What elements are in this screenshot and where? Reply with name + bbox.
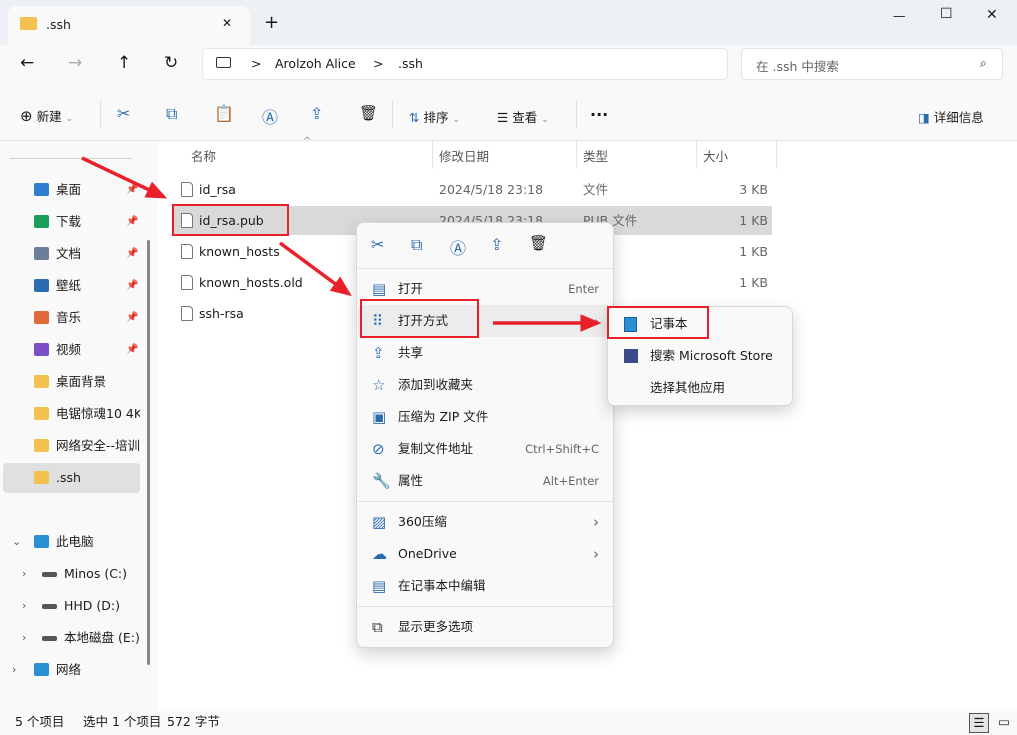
selected-size: 572 字节 — [167, 714, 220, 729]
annotation-arrows — [81, 156, 602, 332]
details-view-icon[interactable]: ☰ — [969, 713, 989, 733]
status-bar: 5 个项目 选中 1 个项目 572 字节 ☰ ▭ — [0, 711, 1017, 735]
selected-count: 选中 1 个项目 — [83, 714, 162, 729]
arrow-to-file — [81, 156, 168, 199]
arrow-to-open-with — [278, 241, 352, 297]
tiles-view-icon[interactable]: ▭ — [994, 713, 1014, 733]
item-count: 5 个项目 — [15, 714, 65, 729]
